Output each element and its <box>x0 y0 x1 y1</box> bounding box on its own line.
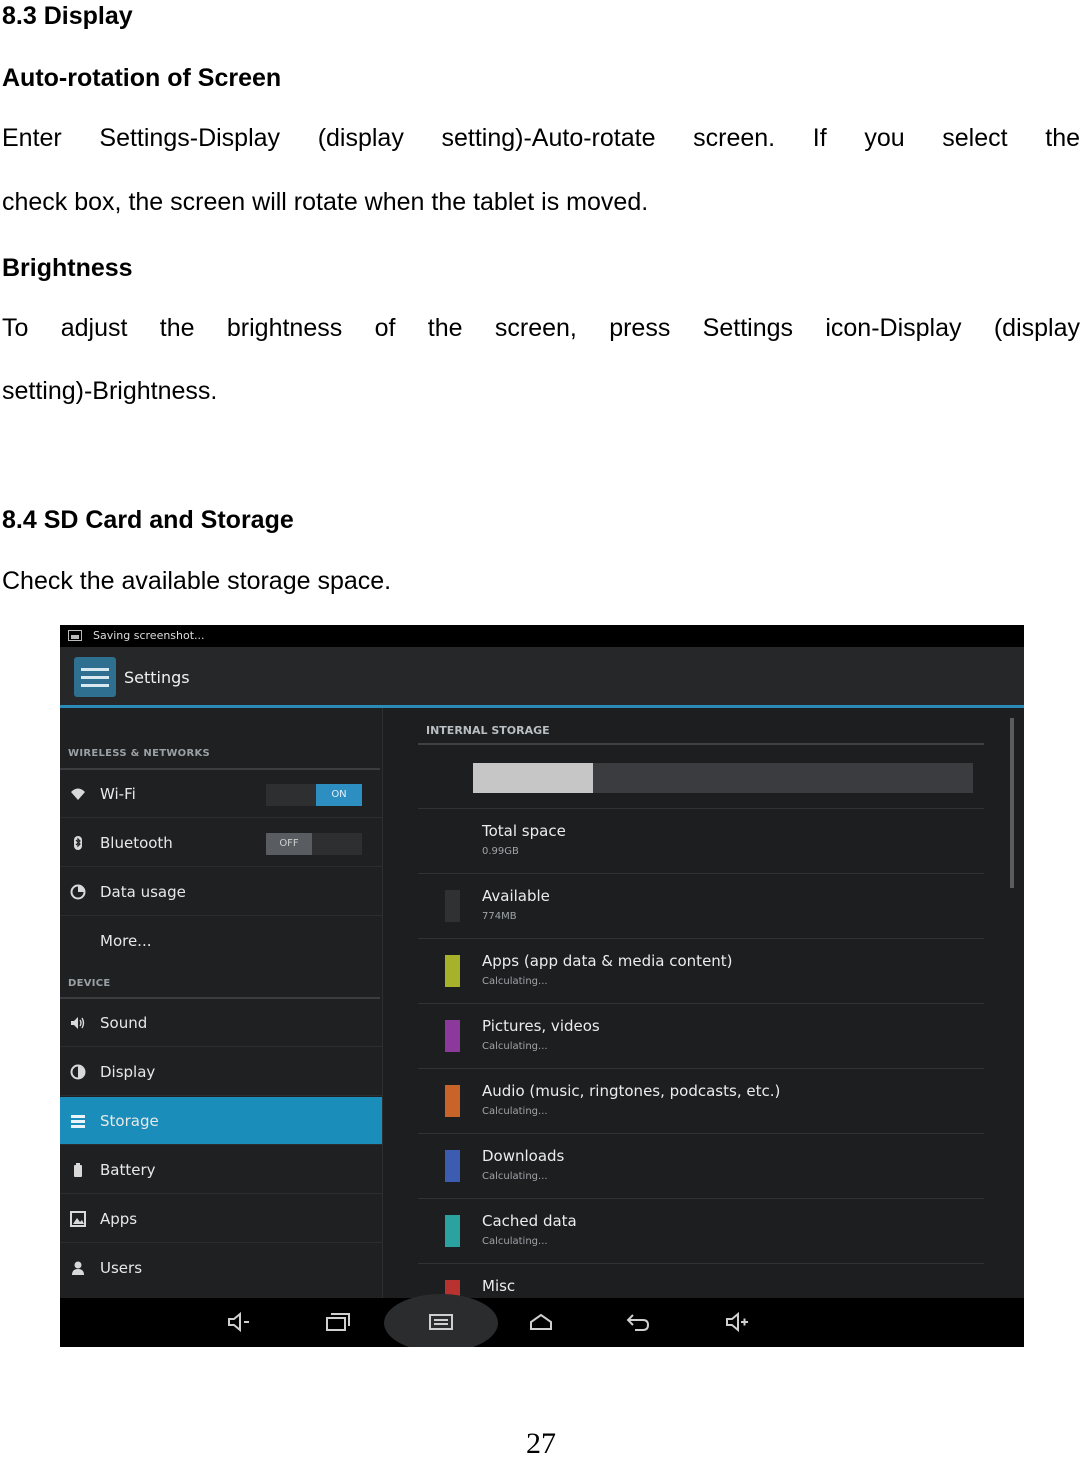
storage-usage-fill <box>473 763 593 793</box>
sidebar-item-label: Data usage <box>100 883 186 901</box>
storage-icon <box>70 1113 86 1129</box>
speaker-icon <box>70 1015 86 1031</box>
sidebar-item-label: Storage <box>100 1112 159 1130</box>
storage-row-value: 0.99GB <box>482 846 519 857</box>
color-swatch <box>445 955 460 987</box>
sidebar-item-apps[interactable]: Apps <box>60 1195 382 1243</box>
storage-row-value: Calculating... <box>482 1171 548 1182</box>
settings-app-icon[interactable] <box>74 657 116 697</box>
wifi-icon <box>70 786 86 802</box>
apps-icon <box>70 1211 86 1227</box>
storage-row-label: Total space <box>482 822 566 840</box>
category-device: DEVICE <box>68 978 111 989</box>
color-swatch <box>445 1020 460 1052</box>
sidebar-item-wifi[interactable]: Wi-Fi ON <box>60 770 382 818</box>
storage-row-label: Pictures, videos <box>482 1017 600 1035</box>
wifi-toggle[interactable]: ON <box>266 784 362 806</box>
storage-row-value: Calculating... <box>482 1106 548 1117</box>
storage-row-label: Downloads <box>482 1147 565 1165</box>
sidebar-item-storage[interactable]: Storage <box>60 1097 382 1145</box>
page-number: 27 <box>526 1427 556 1460</box>
storage-row[interactable]: Available 774MB <box>418 873 984 938</box>
storage-row-label: Cached data <box>482 1212 577 1230</box>
paragraph-storage: Check the available storage space. <box>2 567 392 595</box>
sidebar-item-display[interactable]: Display <box>60 1048 382 1096</box>
storage-row-label: Available <box>482 887 550 905</box>
storage-row-label: Apps (app data & media content) <box>482 952 733 970</box>
storage-row[interactable]: Cached data Calculating... <box>418 1198 984 1263</box>
color-swatch <box>445 1215 460 1247</box>
color-swatch <box>445 1085 460 1117</box>
section-heading-display: 8.3 Display <box>2 2 133 30</box>
color-swatch <box>445 1150 460 1182</box>
bluetooth-icon <box>70 835 86 851</box>
bluetooth-toggle[interactable]: OFF <box>266 833 362 855</box>
storage-row-value: Calculating... <box>482 1041 548 1052</box>
sidebar-item-label: Wi-Fi <box>100 785 136 803</box>
navigation-bar <box>60 1294 1024 1347</box>
storage-row-label: Audio (music, ringtones, podcasts, etc.) <box>482 1082 781 1100</box>
brightness-icon <box>70 1064 86 1080</box>
storage-row[interactable]: Total space 0.99GB <box>418 808 984 873</box>
toggle-state: ON <box>316 784 362 806</box>
storage-row-value: Calculating... <box>482 976 548 987</box>
status-text: Saving screenshot... <box>93 629 205 642</box>
image-icon <box>68 630 82 641</box>
paragraph-brightness-line2: setting)-Brightness. <box>2 377 218 405</box>
sidebar-item-label: Bluetooth <box>100 834 173 852</box>
storage-row[interactable]: Pictures, videos Calculating... <box>418 1003 984 1068</box>
section-divider <box>418 743 984 745</box>
storage-row-value: 774MB <box>482 911 517 922</box>
storage-row-label: Misc <box>482 1277 516 1295</box>
scrollbar[interactable] <box>1010 718 1014 888</box>
sidebar-item-label: Battery <box>100 1161 156 1179</box>
section-heading-storage: 8.4 SD Card and Storage <box>2 506 294 534</box>
recent-apps-icon[interactable] <box>325 1311 351 1333</box>
paragraph-brightness-line1: To adjust the brightness of the screen, … <box>2 314 1080 342</box>
volume-up-icon[interactable] <box>724 1311 750 1333</box>
storage-row-value: Calculating... <box>482 1236 548 1247</box>
subheading-auto-rotation: Auto-rotation of Screen <box>2 64 282 92</box>
storage-row[interactable]: Audio (music, ringtones, podcasts, etc.)… <box>418 1068 984 1133</box>
storage-row[interactable]: Downloads Calculating... <box>418 1133 984 1198</box>
battery-icon <box>70 1162 86 1178</box>
storage-panel: INTERNAL STORAGE Total space 0.99GB Availa… <box>383 708 1024 1312</box>
paragraph-auto-rotation-line2: check box, the screen will rotate when t… <box>2 188 649 216</box>
data-usage-icon <box>70 884 86 900</box>
sidebar-item-label: Apps <box>100 1210 138 1228</box>
sidebar-item-more[interactable]: More... <box>60 917 382 965</box>
sidebar-item-label: More... <box>100 932 152 950</box>
settings-sidebar: WIRELESS & NETWORKS Wi-Fi ON Bluetooth O… <box>60 708 383 1298</box>
subheading-brightness: Brightness <box>2 254 133 282</box>
volume-down-icon[interactable] <box>226 1311 252 1333</box>
screenshot-icon[interactable] <box>428 1311 454 1333</box>
internal-storage-title: INTERNAL STORAGE <box>426 724 550 737</box>
storage-usage-bar <box>473 763 973 793</box>
sidebar-item-battery[interactable]: Battery <box>60 1146 382 1194</box>
sidebar-item-label: Users <box>100 1259 143 1277</box>
app-title: Settings <box>124 668 190 687</box>
sidebar-item-data-usage[interactable]: Data usage <box>60 868 382 916</box>
action-bar: Settings <box>60 647 1024 708</box>
tablet-screenshot: Saving screenshot... Settings WIRELESS &… <box>60 625 1024 1347</box>
back-icon[interactable] <box>625 1311 651 1333</box>
paragraph-auto-rotation-line1: Enter Settings-Display (display setting)… <box>2 124 1080 152</box>
category-wireless: WIRELESS & NETWORKS <box>68 748 211 759</box>
status-bar: Saving screenshot... <box>60 625 1024 647</box>
sidebar-item-users[interactable]: Users <box>60 1244 382 1292</box>
storage-row[interactable]: Apps (app data & media content) Calculati… <box>418 938 984 1003</box>
sidebar-item-sound[interactable]: Sound <box>60 999 382 1047</box>
toggle-state: OFF <box>266 833 312 855</box>
sidebar-item-bluetooth[interactable]: Bluetooth OFF <box>60 819 382 867</box>
color-swatch <box>445 890 460 922</box>
sidebar-item-label: Display <box>100 1063 156 1081</box>
home-icon[interactable] <box>528 1311 554 1333</box>
sidebar-item-label: Sound <box>100 1014 148 1032</box>
user-icon <box>70 1260 86 1276</box>
